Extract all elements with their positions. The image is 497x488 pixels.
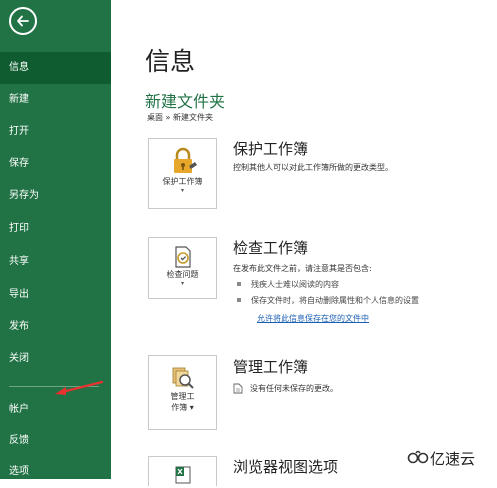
- browser-view-options-button[interactable]: [148, 456, 217, 486]
- manage-workbook-button-label-1: 管理工: [170, 392, 195, 401]
- sidebar-item-feedback[interactable]: 反馈: [0, 425, 111, 457]
- sidebar-item-options[interactable]: 选项: [0, 456, 111, 488]
- watermark: 亿速云: [397, 434, 497, 479]
- sidebar-item-publish[interactable]: 发布: [0, 311, 111, 343]
- sidebar-item-save[interactable]: 保存: [0, 148, 111, 180]
- red-arrow-annotation-icon: [55, 380, 104, 395]
- manage-workbook-title: 管理工作簿: [233, 358, 309, 376]
- manage-workbook-button[interactable]: 管理工 作簿 ▾: [148, 355, 217, 430]
- inspect-bullet-1: 残疾人士难以阅读的内容: [237, 279, 339, 290]
- check-issues-button[interactable]: 检查问题 ▾: [148, 237, 217, 299]
- sidebar-item-share[interactable]: 共享: [0, 246, 111, 278]
- sidebar-item-print[interactable]: 打印: [0, 213, 111, 245]
- inspect-workbook-description: 在发布此文件之前，请注意其是否包含:: [233, 264, 372, 273]
- allow-save-info-link[interactable]: 允许将此信息保存在您的文件中: [257, 313, 369, 324]
- back-arrow-icon: [17, 15, 29, 27]
- manage-workbook-button-label-2: 作簿 ▾: [171, 403, 194, 412]
- breadcrumb[interactable]: 桌面 » 新建文件夹: [147, 112, 213, 123]
- excel-browser-icon: [175, 466, 190, 484]
- back-button[interactable]: [9, 7, 37, 35]
- manage-workbook-button-label-2-text: 作簿: [171, 403, 188, 412]
- lock-icon: [173, 147, 197, 173]
- protect-workbook-button[interactable]: 保护工作簿 ▾: [148, 138, 217, 209]
- inspect-workbook-title: 检查工作簿: [233, 239, 309, 257]
- sidebar-item-info[interactable]: 信息: [0, 52, 111, 84]
- inspect-bullet-2: 保存文件时，将自动删除属性和个人信息的设置: [237, 295, 419, 306]
- chevron-down-icon: ▾: [180, 280, 184, 287]
- manage-workbook-description: 没有任何未保存的更改。: [250, 384, 338, 393]
- document-icon: [233, 383, 243, 394]
- folder-title: 新建文件夹: [145, 92, 226, 111]
- protect-workbook-button-label: 保护工作簿: [162, 177, 203, 186]
- chevron-down-icon: ▾: [180, 187, 184, 194]
- protect-workbook-title: 保护工作簿: [233, 140, 309, 158]
- cloud-logo-icon: [407, 450, 429, 464]
- backstage-sidebar: 信息 新建 打开 保存 另存为 打印 共享 导出 发布 关闭 帐户 反馈 选项: [0, 0, 111, 479]
- main-content: 信息 新建文件夹 桌面 » 新建文件夹 保护工作簿 ▾ 保护工作簿 控制其他人可…: [111, 0, 497, 486]
- browser-view-options-title: 浏览器视图选项: [233, 458, 339, 476]
- page-title: 信息: [145, 47, 196, 76]
- sidebar-item-save-as[interactable]: 另存为: [0, 180, 111, 212]
- manage-workbook-icon: [172, 367, 194, 389]
- sidebar-item-account[interactable]: 帐户: [0, 394, 111, 426]
- inspect-bullet-1-text: 残疾人士难以阅读的内容: [251, 280, 339, 289]
- inspect-document-icon: [174, 246, 191, 268]
- sidebar-item-new[interactable]: 新建: [0, 84, 111, 116]
- sidebar-item-export[interactable]: 导出: [0, 279, 111, 311]
- protect-workbook-description: 控制其他人可以对此工作簿所做的更改类型。: [233, 163, 393, 172]
- sidebar-item-open[interactable]: 打开: [0, 116, 111, 148]
- check-issues-button-label: 检查问题: [166, 270, 199, 279]
- watermark-text: 亿速云: [430, 450, 476, 468]
- sidebar-item-close[interactable]: 关闭: [0, 343, 111, 375]
- inspect-bullet-2-text: 保存文件时，将自动删除属性和个人信息的设置: [251, 296, 419, 305]
